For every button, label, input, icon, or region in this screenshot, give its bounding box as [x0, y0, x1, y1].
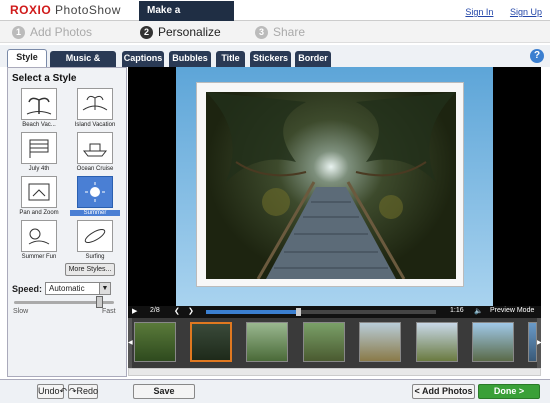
account-links: Sign In Sign Up [451, 7, 542, 17]
step-add-photos[interactable]: 1 Add Photos [12, 25, 92, 39]
filmstrip-thumbnail[interactable] [416, 322, 458, 362]
more-styles-button[interactable]: More Styles... [65, 263, 115, 276]
chevron-down-icon: ▼ [99, 283, 110, 294]
speed-select[interactable]: Automatic ▼ [45, 282, 111, 295]
filmstrip-left-arrow[interactable]: ◀ [128, 318, 133, 368]
step-number: 1 [12, 25, 25, 39]
filmstrip-thumbnail[interactable] [472, 322, 514, 362]
top-bar: ROXIO PhotoShow Make a PhotoShow Sign In… [0, 0, 550, 35]
tab-style[interactable]: Style [7, 49, 47, 67]
style-label: Summer Fun [21, 254, 57, 260]
progress-track[interactable] [206, 308, 436, 316]
preview-mode-button[interactable]: Preview Mode [490, 307, 534, 314]
tab-bubbles[interactable]: Bubbles [169, 51, 211, 67]
progress-handle[interactable] [296, 308, 301, 316]
product-name: PhotoShow [55, 3, 121, 17]
prev-icon[interactable]: ❮ [174, 307, 180, 315]
filmstrip-thumbnail[interactable] [359, 322, 401, 362]
filmstrip-scrollbar[interactable] [128, 368, 541, 376]
speed-label: Speed: [12, 284, 43, 294]
style-panel: Select a Style Beach Vac... Island Vacat… [7, 67, 127, 377]
done-button[interactable]: Done > [478, 384, 540, 399]
slider-handle[interactable] [96, 296, 103, 308]
style-pan-and-zoom[interactable]: Pan and Zoom [14, 176, 64, 216]
player-controls: ▶ 2/8 ❮ ❯ 1:16 🔈 Preview Mode [128, 306, 541, 318]
undo-icon: ↶ [59, 386, 68, 396]
style-summer-fun[interactable]: Summer Fun [14, 220, 64, 260]
filmstrip: ◀ ▶ [128, 318, 542, 368]
filmstrip-thumbnail[interactable] [303, 322, 345, 362]
style-july-4th[interactable]: July 4th [14, 132, 64, 172]
step-label: Share [273, 25, 306, 39]
ship-icon [77, 132, 113, 164]
summer-fun-icon [21, 220, 57, 252]
surfboard-icon [77, 220, 113, 252]
step-share[interactable]: 3 Share [255, 25, 305, 39]
make-photoshow-tab[interactable]: Make a PhotoShow [139, 1, 234, 35]
tab-bar: Style Music & Photos Captions Bubbles Ti… [0, 45, 550, 78]
slide-counter: 2/8 [150, 307, 160, 314]
photo-frame [196, 82, 464, 287]
sign-up-link[interactable]: Sign Up [510, 7, 542, 17]
preview-photo [206, 92, 456, 279]
slow-label: Slow [13, 308, 29, 315]
style-surfing[interactable]: Surfing [70, 220, 120, 260]
fast-label: Fast [102, 308, 116, 315]
next-icon[interactable]: ❯ [188, 307, 194, 315]
save-button[interactable]: Save [133, 384, 195, 399]
speed-value: Automatic [49, 284, 85, 293]
brand-name: ROXIO [10, 3, 52, 17]
style-island-vacation[interactable]: Island Vacation [70, 88, 120, 128]
redo-button[interactable]: ↷Redo [68, 384, 98, 399]
style-beach-vacation[interactable]: Beach Vac... [14, 88, 64, 128]
step-label: Personalize [158, 25, 221, 39]
play-icon[interactable]: ▶ [132, 307, 137, 315]
help-icon[interactable]: ? [530, 49, 544, 63]
style-label: July 4th [28, 166, 50, 172]
flag-icon [21, 132, 57, 164]
preview-stage [176, 67, 493, 306]
redo-icon: ↷ [69, 386, 77, 396]
filmstrip-right-arrow[interactable]: ▶ [537, 318, 542, 368]
tab-music-photos[interactable]: Music & Photos [50, 51, 116, 78]
volume-icon[interactable]: 🔈 [474, 307, 483, 315]
tab-stickers[interactable]: Stickers [250, 51, 291, 67]
style-label: Ocean Cruise [76, 166, 114, 172]
app-logo: ROXIO PhotoShow [10, 3, 121, 17]
tab-title[interactable]: Title [216, 51, 245, 67]
style-ocean-cruise[interactable]: Ocean Cruise [70, 132, 120, 172]
panel-heading: Select a Style [12, 73, 77, 84]
pan-zoom-icon [21, 176, 57, 208]
speed-slider[interactable] [14, 296, 114, 308]
filmstrip-thumbnail[interactable] [246, 322, 288, 362]
step-personalize[interactable]: 2 Personalize [140, 25, 221, 39]
tab-border[interactable]: Border [295, 51, 331, 67]
filmstrip-thumbnail[interactable] [134, 322, 176, 362]
progress-fill [206, 310, 298, 314]
style-label: Pan and Zoom [19, 210, 59, 216]
style-label: Island Vacation [74, 122, 116, 128]
sign-in-link[interactable]: Sign In [465, 7, 493, 17]
undo-label: Undo [38, 386, 60, 396]
slideshow-preview[interactable] [128, 67, 541, 306]
filmstrip-thumbnail[interactable] [190, 322, 232, 362]
beach-icon [21, 88, 57, 120]
undo-button[interactable]: Undo↶ [37, 384, 67, 399]
filmstrip-thumbnail[interactable] [528, 322, 537, 362]
style-summer[interactable]: Summer [70, 176, 120, 216]
style-label: Surfing [85, 254, 105, 260]
step-number: 3 [255, 25, 268, 39]
redo-label: Redo [76, 386, 99, 396]
sun-icon [77, 176, 113, 208]
bottom-bar: Undo↶ ↷Redo Save < Add Photos Done > [0, 379, 550, 403]
add-photos-button[interactable]: < Add Photos [412, 384, 475, 399]
step-label: Add Photos [30, 25, 93, 39]
wizard-steps: 1 Add Photos 2 Personalize 3 Share [0, 21, 550, 43]
style-label: Summer [70, 210, 120, 216]
time-readout: 1:16 [450, 307, 464, 314]
island-icon [77, 88, 113, 120]
tab-captions[interactable]: Captions [122, 51, 164, 67]
step-number: 2 [140, 25, 153, 39]
style-label: Beach Vac... [22, 122, 56, 128]
